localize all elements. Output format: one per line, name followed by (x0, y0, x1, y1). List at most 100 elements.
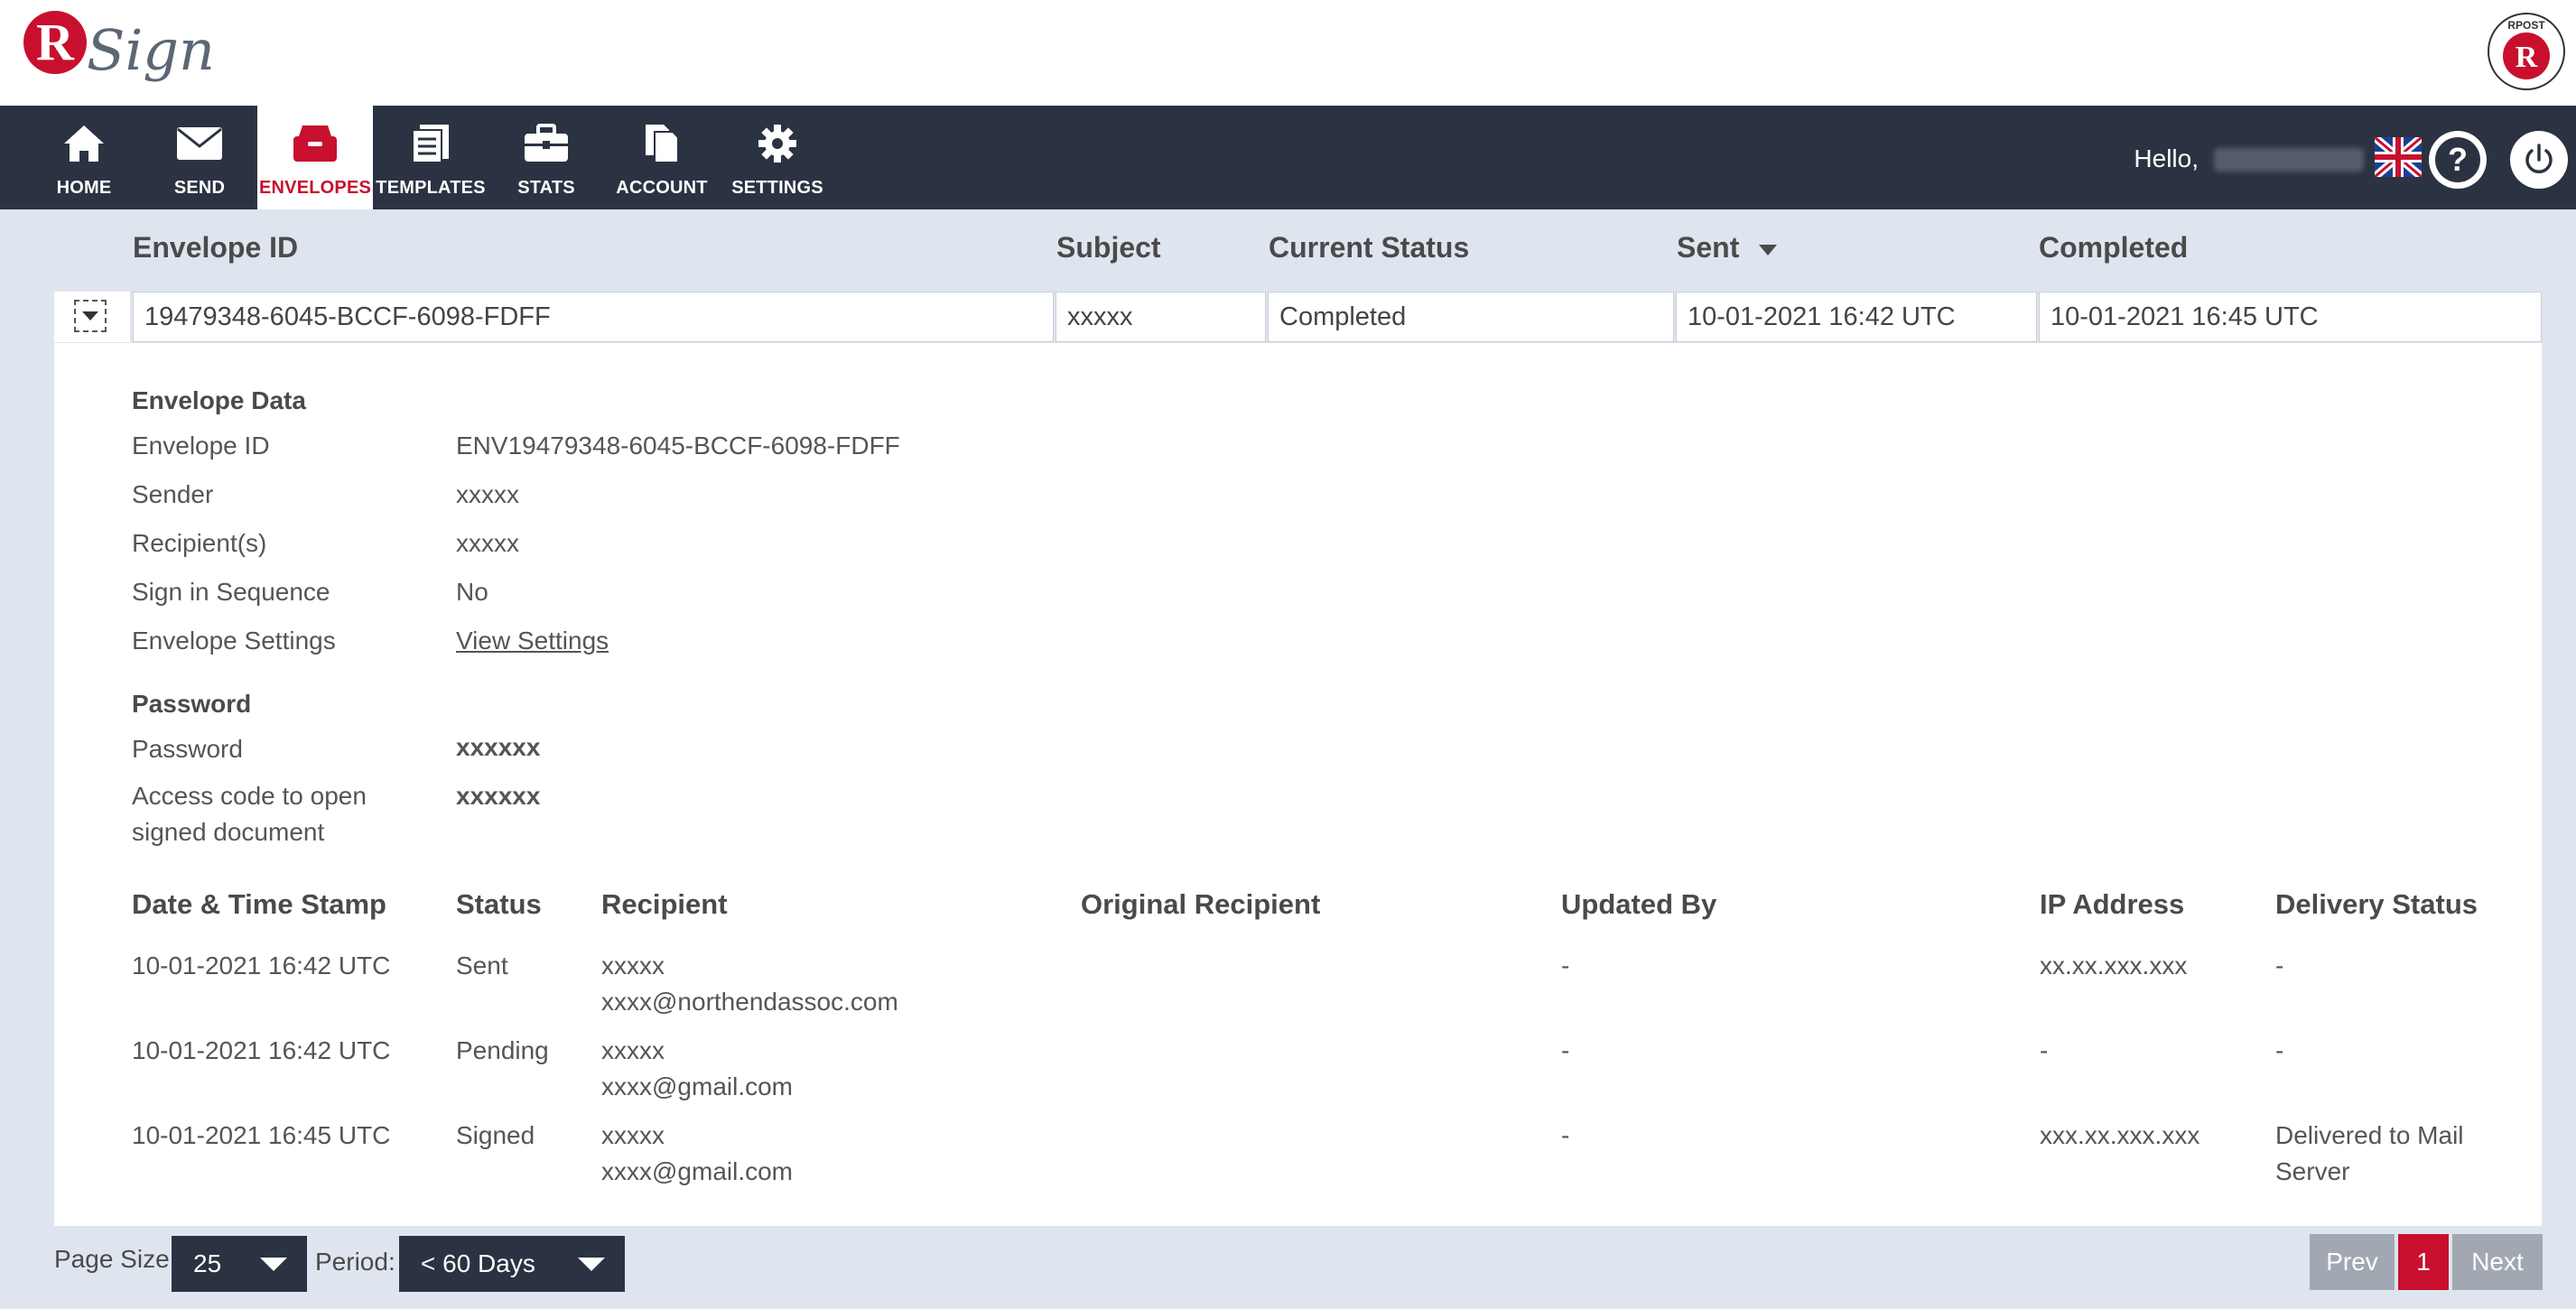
nav-home[interactable]: HOME (26, 106, 142, 209)
history-row-1-delivery: - (2275, 952, 2284, 979)
history-row-2-recipient-email: xxxx@gmail.com (601, 1072, 794, 1100)
history-col-delivery: Delivery Status (2275, 888, 2478, 920)
nav-settings-label: SETTINGS (731, 178, 823, 198)
history-col-status: Status (456, 888, 542, 920)
page-size-label: Page Size: (54, 1245, 177, 1273)
nav-send-label: SEND (173, 178, 226, 198)
recipients-value: xxxxx (456, 529, 519, 557)
history-row-3-recipient-name: xxxxx (601, 1121, 665, 1149)
home-icon (26, 120, 142, 167)
history-row-1-updated-by: - (1561, 952, 1570, 979)
prev-page-button[interactable]: Prev (2310, 1234, 2395, 1290)
history-col-recipient: Recipient (601, 888, 728, 920)
nav-home-label: HOME (56, 178, 112, 198)
row-completed: 10-01-2021 16:45 UTC (2039, 292, 2542, 342)
col-current-status[interactable]: Current Status (1269, 231, 1469, 265)
history-row-1-ip: xx.xx.xxx.xxx (2040, 952, 2188, 979)
period-value: < 60 Days (421, 1249, 535, 1277)
power-icon (2525, 144, 2553, 173)
rsign-logo[interactable]: R Sign (23, 9, 215, 96)
envelope-icon (142, 120, 257, 167)
col-envelope-id[interactable]: Envelope ID (133, 231, 298, 265)
history-row-2-recipient-name: xxxxx (601, 1036, 665, 1064)
sender-value: xxxxx (456, 480, 519, 508)
history-col-ip: IP Address (2040, 888, 2185, 920)
row-subject: xxxxx (1056, 292, 1266, 342)
sort-desc-icon (1759, 244, 1778, 255)
history-row-1-recipient-email: xxxx@northendassoc.com (601, 988, 898, 1016)
nav-settings[interactable]: SETTINGS (720, 106, 835, 209)
top-header: R Sign R RPOST (0, 0, 2576, 106)
history-row-3-delivery: Delivered to Mail Server (2275, 1121, 2464, 1185)
password-value: xxxxxx (456, 733, 541, 761)
user-name-blurred (2214, 148, 2364, 172)
period-select[interactable]: < 60 Days (399, 1236, 625, 1292)
sign-sequence-value: No (456, 578, 488, 606)
col-sent[interactable]: Sent (1677, 231, 1778, 265)
nav-stats-label: STATS (517, 178, 575, 198)
uk-flag-icon[interactable] (2375, 137, 2422, 177)
access-code-label: Access code to open signed document (132, 782, 367, 846)
caret-down-icon (82, 311, 98, 320)
history-row-1-date: 10-01-2021 16:42 UTC (132, 952, 391, 979)
nav-envelopes-label: ENVELOPES (258, 178, 372, 198)
question-icon: ? (2435, 137, 2480, 182)
nav-account[interactable]: ACCOUNT (604, 106, 720, 209)
envelope-data-title: Envelope Data (132, 386, 306, 414)
view-settings-link[interactable]: View Settings (456, 627, 609, 655)
greeting-text: Hello, (2134, 144, 2199, 172)
recipients-label: Recipient(s) (132, 529, 267, 557)
templates-icon (373, 120, 488, 167)
logo-r-mark: R (23, 11, 87, 74)
svg-text:RPOST: RPOST (2507, 19, 2545, 32)
history-row-2-ip: - (2040, 1036, 2049, 1064)
page-size-value: 25 (193, 1249, 222, 1277)
nav-templates[interactable]: TEMPLATES (373, 106, 488, 209)
period-label: Period: (315, 1248, 395, 1276)
gear-icon (720, 120, 835, 167)
next-page-button[interactable]: Next (2452, 1234, 2543, 1290)
sign-sequence-label: Sign in Sequence (132, 578, 330, 606)
svg-text:R: R (2516, 41, 2538, 74)
row-envelope-id[interactable]: 19479348-6045-BCCF-6098-FDFF (133, 292, 1054, 342)
col-completed[interactable]: Completed (2039, 231, 2188, 265)
nav-account-label: ACCOUNT (616, 178, 708, 198)
nav-send[interactable]: SEND (142, 106, 257, 209)
row-status: Completed (1268, 292, 1674, 342)
row-toggle-cell (54, 292, 130, 342)
page-size-select[interactable]: 25 (172, 1236, 307, 1292)
password-label: Password (132, 735, 243, 763)
envelope-id-label: Envelope ID (132, 432, 270, 460)
history-col-original-recipient: Original Recipient (1081, 888, 1321, 920)
history-row-3-status: Signed (456, 1121, 535, 1149)
expand-toggle[interactable] (74, 300, 107, 332)
nav-envelopes[interactable]: ENVELOPES (257, 106, 373, 209)
col-sent-label: Sent (1677, 231, 1740, 264)
rpost-logo: R RPOST (2488, 13, 2565, 90)
history-row-2-updated-by: - (1561, 1036, 1570, 1064)
history-row-2-delivery: - (2275, 1036, 2284, 1064)
history-row-2-date: 10-01-2021 16:42 UTC (132, 1036, 391, 1064)
history-row-1-status: Sent (456, 952, 508, 979)
page-1-button[interactable]: 1 (2398, 1234, 2449, 1290)
logout-button[interactable] (2510, 131, 2568, 189)
history-row-1-recipient-name: xxxxx (601, 952, 665, 979)
history-row-3-ip: xxx.xx.xxx.xxx (2040, 1121, 2200, 1149)
password-section-title: Password (132, 690, 252, 718)
logo-script-text: Sign (87, 17, 215, 83)
inbox-icon (257, 120, 373, 167)
history-col-date: Date & Time Stamp (132, 888, 386, 920)
nav-stats[interactable]: STATS (488, 106, 604, 209)
envelope-settings-label: Envelope Settings (132, 627, 336, 654)
history-row-2-status: Pending (456, 1036, 549, 1064)
help-button[interactable]: ? (2429, 131, 2487, 189)
col-subject[interactable]: Subject (1056, 231, 1161, 265)
chevron-down-icon (578, 1258, 605, 1271)
nav-templates-label: TEMPLATES (376, 178, 486, 198)
envelope-id-value: ENV19479348-6045-BCCF-6098-FDFF (456, 432, 900, 460)
history-row-3-date: 10-01-2021 16:45 UTC (132, 1121, 391, 1149)
svg-text:?: ? (2448, 141, 2468, 178)
history-col-updated-by: Updated By (1561, 888, 1717, 920)
documents-icon (604, 120, 720, 167)
access-code-value: xxxxxx (456, 782, 541, 810)
